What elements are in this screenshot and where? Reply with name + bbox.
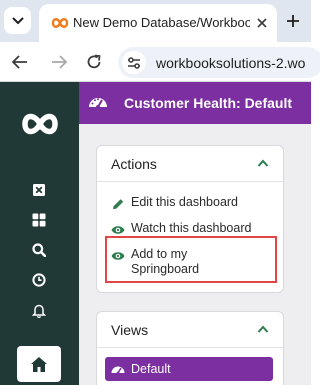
- plus-icon: [287, 15, 299, 27]
- arrow-right-icon: [52, 55, 67, 69]
- bell-icon: [32, 304, 46, 318]
- reload-icon: [87, 54, 101, 69]
- actions-panel-header[interactable]: Actions: [97, 146, 283, 182]
- grid-icon: [32, 213, 46, 227]
- home-icon: [31, 356, 47, 372]
- view-item-default[interactable]: Default: [105, 357, 273, 381]
- clock-icon: [32, 273, 46, 287]
- browser-toolbar: workbooksolutions-2.wo: [0, 42, 320, 82]
- dashboard-gauge-icon: [111, 366, 125, 375]
- new-tab-button[interactable]: [282, 10, 304, 32]
- watch-dashboard-label: Watch this dashboard: [131, 221, 252, 235]
- tab-title: New Demo Database/Workbooks: [73, 15, 250, 30]
- arrow-left-icon: [12, 55, 27, 69]
- watch-dashboard-link[interactable]: Watch this dashboard: [111, 221, 251, 236]
- back-button[interactable]: [9, 51, 31, 73]
- chevron-up-icon[interactable]: [257, 158, 269, 168]
- sidebar-item-search[interactable]: [29, 240, 49, 260]
- eye-icon: [111, 226, 125, 234]
- highlight-box: [105, 236, 277, 283]
- tab-close-button[interactable]: [253, 14, 271, 32]
- address-bar[interactable]: workbooksolutions-2.wo: [118, 47, 320, 78]
- tune-icon: [128, 56, 140, 69]
- browser-tab-active[interactable]: New Demo Database/Workbooks: [39, 4, 277, 42]
- app-sidebar: [0, 82, 79, 385]
- views-panel: Views Default: [96, 311, 284, 385]
- sidebar-item-notifications[interactable]: [29, 300, 49, 320]
- url-text: workbooksolutions-2.wo: [156, 55, 306, 71]
- reload-button[interactable]: [83, 51, 105, 73]
- chevron-up-icon[interactable]: [257, 324, 269, 334]
- view-item-label: Default: [131, 362, 171, 376]
- browser-tab-strip: New Demo Database/Workbooks: [0, 0, 311, 42]
- dashboard-header: Customer Health: Default: [79, 82, 311, 124]
- workbooks-logo-icon: [51, 18, 69, 28]
- pencil-icon: [113, 199, 124, 209]
- page-title: Customer Health: Default: [124, 95, 293, 111]
- sidebar-item-dashboards[interactable]: [29, 210, 49, 230]
- tab-search-button[interactable]: [4, 7, 31, 34]
- close-icon: [257, 18, 267, 28]
- site-info-button[interactable]: [122, 51, 146, 74]
- search-icon: [32, 243, 46, 257]
- sidebar-item-close-tabs[interactable]: [29, 180, 49, 200]
- close-box-icon: [33, 184, 45, 196]
- views-panel-title: Views: [111, 322, 149, 338]
- home-button[interactable]: [17, 346, 61, 382]
- sidebar-item-recent[interactable]: [29, 270, 49, 290]
- edit-dashboard-link[interactable]: Edit this dashboard: [111, 195, 238, 210]
- actions-panel-title: Actions: [111, 156, 157, 172]
- chevron-down-icon: [11, 16, 24, 24]
- views-panel-header[interactable]: Views: [97, 312, 283, 348]
- edit-dashboard-label: Edit this dashboard: [131, 195, 239, 209]
- dashboard-gauge-icon: [89, 98, 107, 109]
- forward-button[interactable]: [48, 51, 70, 73]
- workbooks-logo-icon[interactable]: [17, 109, 63, 139]
